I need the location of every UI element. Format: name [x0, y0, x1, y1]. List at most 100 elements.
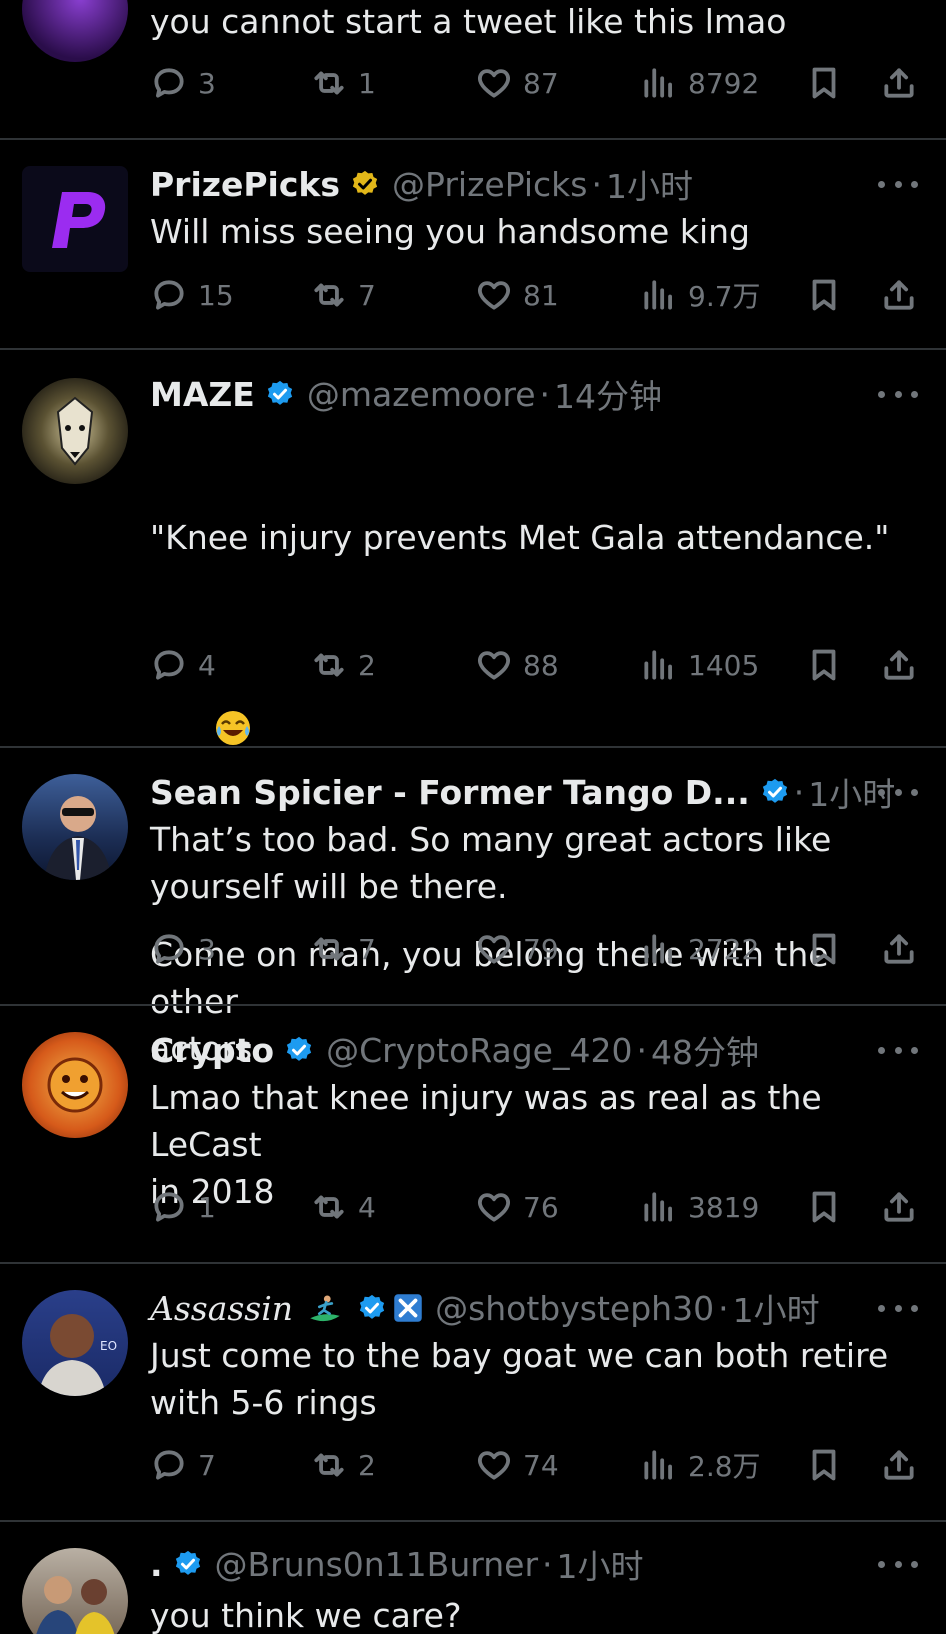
tweet[interactable]: Crypto @CryptoRage_420 · 48分钟 Lmao that …	[0, 1006, 946, 1262]
share-button[interactable]	[880, 1182, 918, 1232]
bookmark-button[interactable]	[805, 1440, 843, 1490]
retweet-icon	[310, 64, 348, 102]
reply-button[interactable]: 1	[150, 1182, 216, 1232]
tweet-text: you cannot start a tweet like this lmao	[150, 2, 787, 41]
timestamp[interactable]: 1小时	[733, 1284, 820, 1332]
avatar[interactable]	[22, 166, 128, 272]
timestamp[interactable]: 48分钟	[651, 1026, 759, 1074]
more-options-button[interactable]	[878, 174, 918, 194]
like-count: 88	[523, 648, 559, 682]
retweet-button[interactable]: 4	[310, 1182, 376, 1232]
avatar[interactable]	[22, 1032, 128, 1138]
dot-icon	[878, 390, 885, 398]
bookmark-button[interactable]	[805, 270, 843, 320]
views-button[interactable]: 2722	[640, 924, 759, 974]
tweet[interactable]: PrizePicks @PrizePicks · 1小时 Will miss s…	[0, 140, 946, 348]
views-button[interactable]: 1405	[640, 640, 759, 690]
reply-button[interactable]: 7	[150, 1440, 216, 1490]
reply-icon	[150, 64, 188, 102]
display-name[interactable]: Sean Spicier - Former Tango D...	[150, 773, 750, 812]
person-icon	[44, 796, 112, 880]
retweet-icon	[310, 646, 348, 684]
share-button[interactable]	[880, 640, 918, 690]
share-button[interactable]	[880, 1440, 918, 1490]
bar-chart-icon	[640, 930, 678, 968]
retweet-icon	[310, 930, 348, 968]
views-button[interactable]: 9.7万	[640, 270, 761, 320]
reply-icon	[150, 276, 188, 314]
heart-icon	[475, 64, 513, 102]
user-handle[interactable]: @mazemoore	[307, 375, 536, 414]
retweet-button[interactable]: 7	[310, 924, 376, 974]
views-button[interactable]: 2.8万	[640, 1440, 761, 1490]
dot-icon	[894, 788, 902, 796]
timestamp[interactable]: 1小时	[557, 1540, 644, 1588]
share-button[interactable]	[880, 58, 918, 108]
display-name[interactable]: MAZE	[150, 375, 255, 414]
bookmark-button[interactable]	[805, 58, 843, 108]
more-options-button[interactable]	[878, 1040, 918, 1060]
views-button[interactable]: 8792	[640, 58, 759, 108]
user-handle[interactable]: @shotbysteph30	[435, 1289, 714, 1328]
more-options-button[interactable]	[878, 384, 918, 404]
tweet[interactable]: MAZE @mazemoore · 14分钟 "Knee injury prev…	[0, 350, 946, 1068]
retweet-button[interactable]: 2	[310, 640, 376, 690]
dot-icon	[878, 788, 885, 796]
like-button[interactable]: 76	[475, 1182, 559, 1232]
tweet[interactable]: EO Assassin @shotbysteph30 · 1小时 Just co…	[0, 1264, 946, 1520]
more-options-button[interactable]	[878, 782, 918, 802]
display-name[interactable]: .	[150, 1545, 163, 1584]
like-button[interactable]: 81	[475, 270, 559, 320]
reply-button[interactable]: 3	[150, 58, 216, 108]
avatar[interactable]	[22, 378, 128, 484]
retweet-count: 2	[358, 1448, 376, 1482]
user-handle[interactable]: @CryptoRage_420	[326, 1031, 632, 1070]
more-options-button[interactable]	[878, 1554, 918, 1574]
share-button[interactable]	[880, 924, 918, 974]
reply-count: 15	[198, 278, 234, 312]
share-button[interactable]	[880, 270, 918, 320]
bar-chart-icon	[640, 646, 678, 684]
like-button[interactable]: 88	[475, 640, 559, 690]
avatar[interactable]	[22, 774, 128, 880]
reply-button[interactable]: 15	[150, 270, 234, 320]
display-name[interactable]: Crypto	[150, 1031, 274, 1070]
retweet-icon	[310, 276, 348, 314]
retweet-count: 7	[358, 932, 376, 966]
bookmark-icon	[805, 930, 843, 968]
like-button[interactable]: 74	[475, 1440, 559, 1490]
retweet-button[interactable]: 7	[310, 270, 376, 320]
bookmark-button[interactable]	[805, 924, 843, 974]
heart-icon	[475, 1188, 513, 1226]
display-name[interactable]: PrizePicks	[150, 165, 340, 204]
avatar[interactable]	[22, 1548, 128, 1634]
reply-button[interactable]: 3	[150, 924, 216, 974]
avatar[interactable]	[22, 0, 128, 62]
dot-icon	[911, 1560, 918, 1568]
tweet-text: That’s too bad. So many great actors lik…	[150, 820, 832, 906]
dot-icon	[911, 788, 918, 796]
group-photo-icon	[36, 1576, 115, 1634]
tweet[interactable]: you cannot start a tweet like this lmao …	[0, 0, 946, 138]
reply-count: 7	[198, 1448, 216, 1482]
bookmark-button[interactable]	[805, 640, 843, 690]
reply-button[interactable]: 4	[150, 640, 216, 690]
views-button[interactable]: 3819	[640, 1182, 759, 1232]
retweet-button[interactable]: 1	[310, 58, 376, 108]
tweet[interactable]: . @Bruns0n11Burner · 1小时 you think we ca…	[0, 1522, 946, 1634]
retweet-button[interactable]: 2	[310, 1440, 376, 1490]
like-button[interactable]: 87	[475, 58, 559, 108]
more-options-button[interactable]	[878, 1298, 918, 1318]
tweet[interactable]: Sean Spicier - Former Tango D... · 1小时 T…	[0, 748, 946, 1004]
bookmark-button[interactable]	[805, 1182, 843, 1232]
timestamp[interactable]: 1小时	[606, 160, 693, 208]
timestamp[interactable]: 14分钟	[554, 370, 662, 418]
tweet-header: Sean Spicier - Former Tango D... · 1小时	[150, 770, 906, 815]
display-name[interactable]: Assassin	[150, 1289, 293, 1328]
share-icon	[880, 1446, 918, 1484]
avatar[interactable]: EO	[22, 1290, 128, 1396]
user-handle[interactable]: @PrizePicks	[392, 165, 587, 204]
like-button[interactable]: 79	[475, 924, 559, 974]
share-icon	[880, 276, 918, 314]
user-handle[interactable]: @Bruns0n11Burner	[215, 1545, 538, 1584]
